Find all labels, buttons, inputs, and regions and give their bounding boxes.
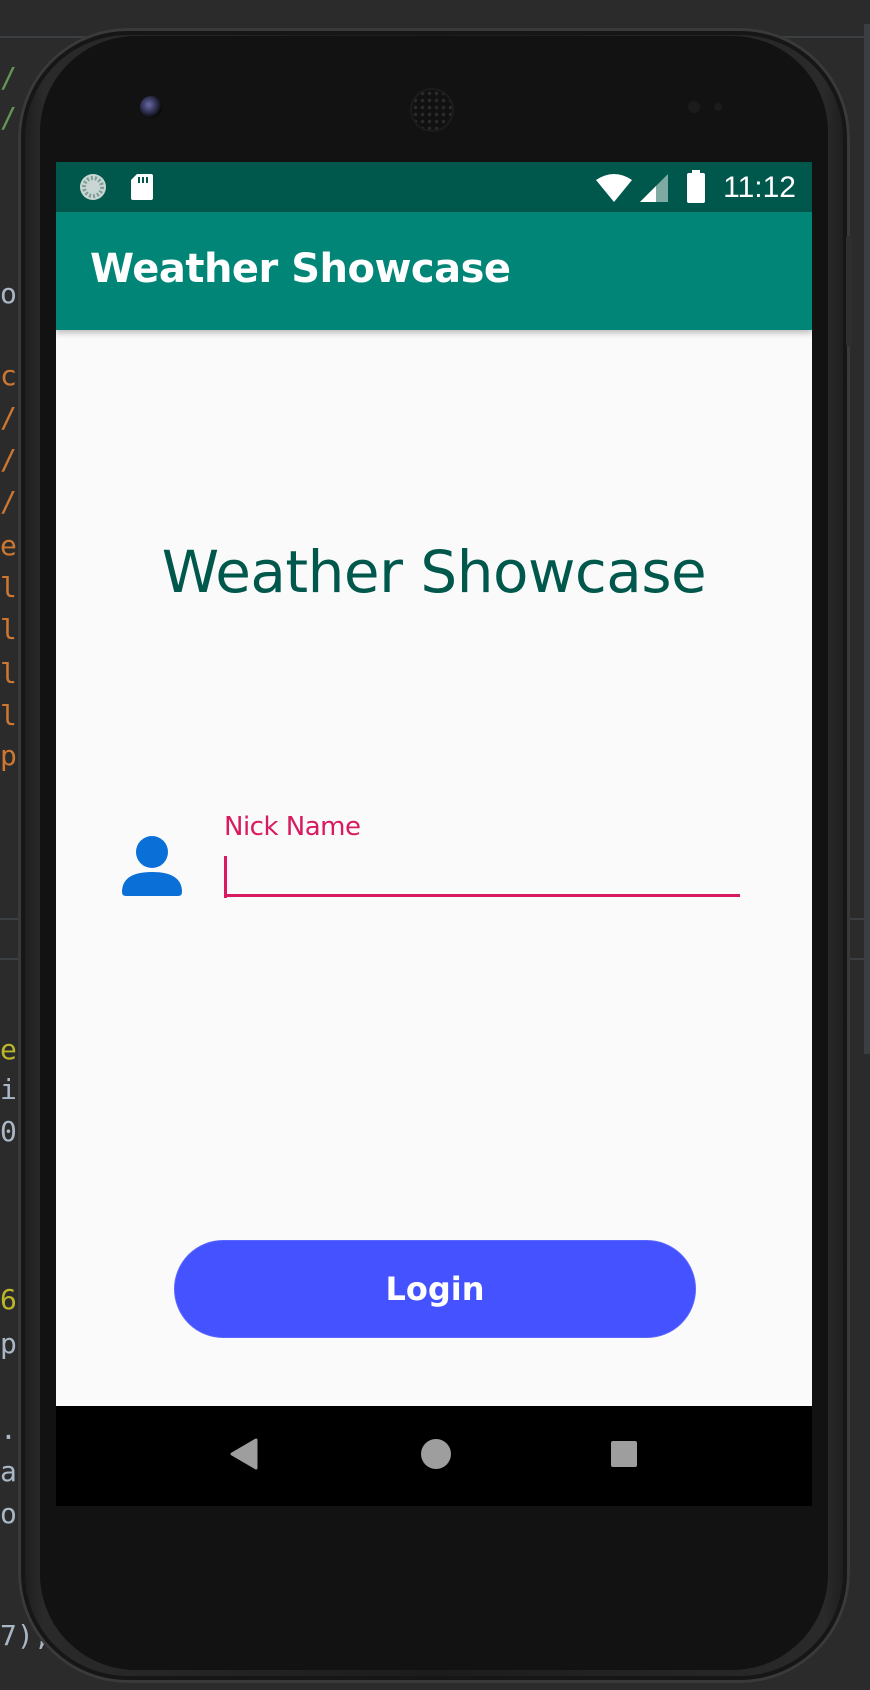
back-icon[interactable] [228,1436,260,1477]
proximity-sensor [688,101,700,113]
navigation-bar [56,1406,812,1506]
ide-code-fragment: p [0,1327,17,1360]
earpiece-speaker [412,90,452,130]
ide-code-fragment: e [0,529,17,562]
ide-code-fragment: l [0,657,17,690]
light-sensor [714,103,722,111]
sd-card-icon [130,172,154,207]
app-title: Weather Showcase [90,246,511,292]
ide-code-fragment: p [0,739,17,772]
ide-code-fragment: . [0,1413,17,1446]
ide-code-fragment: o [0,277,17,310]
ide-code-fragment: i [0,1073,17,1106]
ide-code-fragment: / [0,443,17,476]
recents-icon[interactable] [608,1438,640,1475]
ide-code-fragment: a [0,1455,17,1488]
status-bar: 11:12 [56,162,812,212]
login-button[interactable]: Login [174,1240,696,1338]
ide-code-fragment: e [0,1033,17,1066]
ide-code-fragment: 0 [0,1115,17,1148]
ide-code-fragment: / [0,401,17,434]
signal-icon [640,174,668,207]
ide-code-fragment: o [0,1497,17,1530]
ide-code-fragment: / [0,101,17,134]
ide-code-fragment: 6 [0,1283,17,1316]
volume-button[interactable] [846,236,852,346]
nickname-input[interactable] [224,848,740,897]
battery-icon [686,170,706,209]
text-cursor [224,856,227,898]
home-icon[interactable] [418,1436,454,1477]
ide-code-fragment: l [0,571,17,604]
front-camera [140,96,162,118]
person-icon [120,834,184,903]
page-heading: Weather Showcase [161,538,707,606]
nickname-label: Nick Name [224,812,361,842]
ide-code-fragment: c [0,359,17,392]
ide-code-fragment: l [0,699,17,732]
phone-screen: 11:12 Weather Showcase Weather Showcase … [56,162,812,1506]
wifi-icon [596,174,632,207]
ide-scrollbar[interactable] [864,24,870,1054]
status-time: 11:12 [723,171,796,204]
ide-code-fragment: l [0,613,17,646]
sync-icon [78,172,108,207]
app-toolbar: Weather Showcase [56,212,812,330]
ide-code-fragment: / [0,61,17,94]
ide-code-fragment: / [0,485,17,518]
